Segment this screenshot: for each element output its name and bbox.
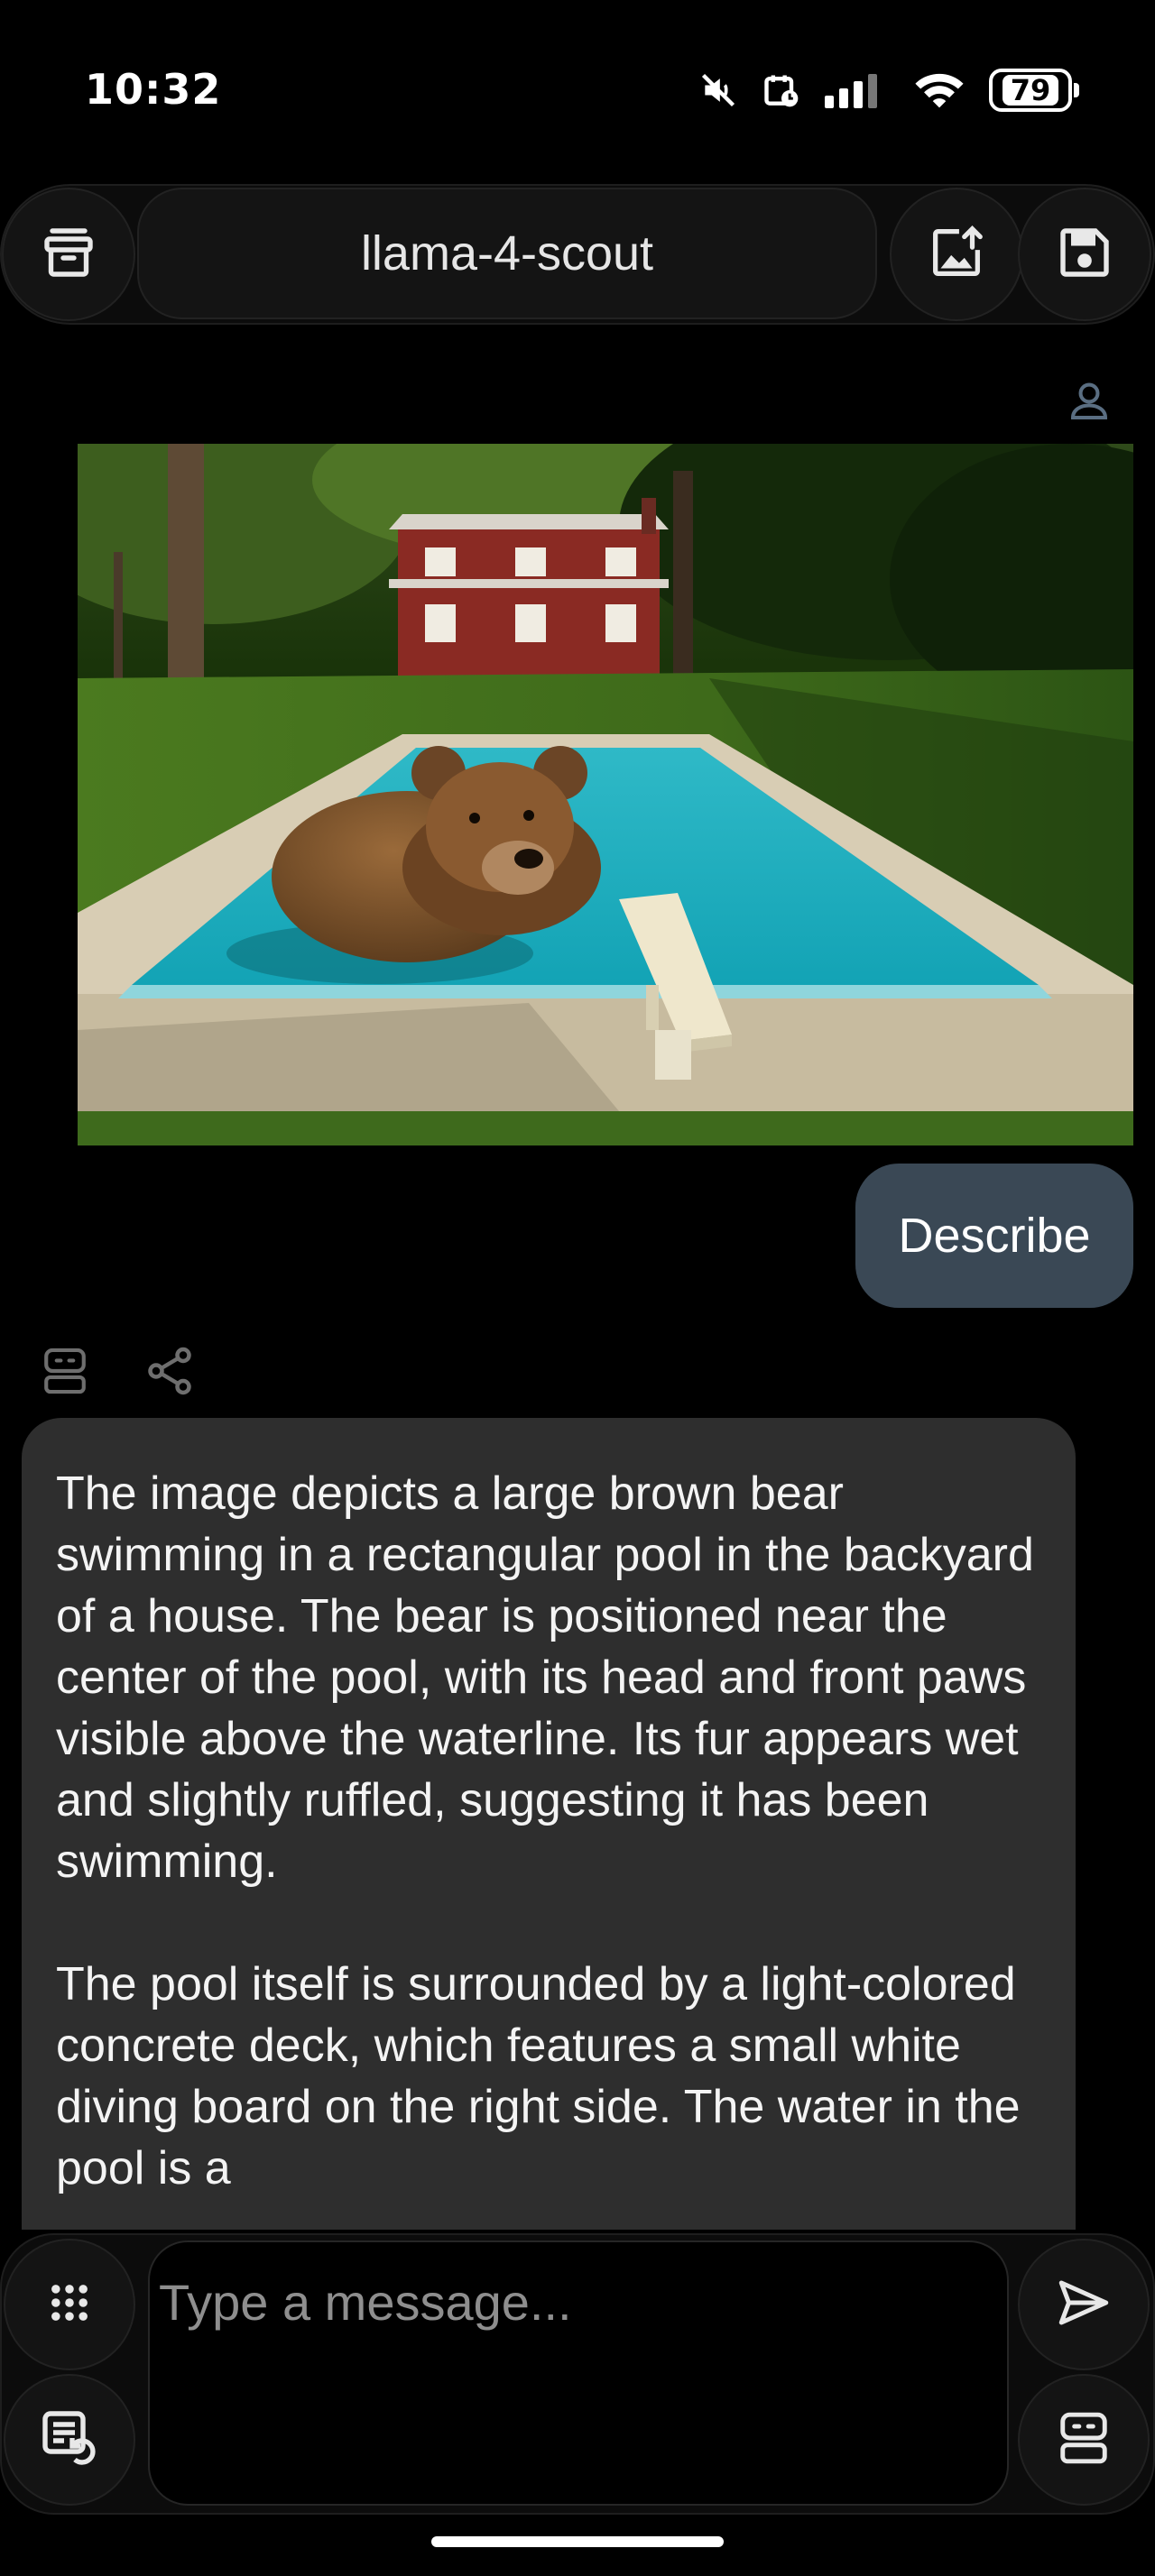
attached-image[interactable] bbox=[78, 444, 1133, 1145]
message-input[interactable] bbox=[150, 2242, 1007, 2332]
save-icon bbox=[1052, 220, 1117, 289]
send-button[interactable] bbox=[1018, 2239, 1150, 2370]
home-indicator[interactable] bbox=[431, 2536, 724, 2547]
bot-select-button[interactable] bbox=[1018, 2374, 1150, 2506]
status-icons: 79 bbox=[698, 63, 1079, 117]
wifi-icon bbox=[913, 70, 966, 110]
prompt-history-button[interactable] bbox=[4, 2374, 135, 2506]
grid-menu-button[interactable] bbox=[4, 2239, 135, 2370]
export-image-icon bbox=[925, 221, 988, 288]
mute-icon bbox=[698, 70, 738, 110]
message-input-field[interactable] bbox=[148, 2240, 1009, 2506]
bot-message-paragraph: The pool itself is surrounded by a light… bbox=[56, 1958, 1021, 2194]
send-icon bbox=[1054, 2273, 1113, 2336]
user-message-bubble[interactable]: Describe bbox=[855, 1164, 1133, 1308]
model-selector[interactable]: llama-4-scout bbox=[137, 188, 877, 319]
bot-message-meta bbox=[40, 1344, 197, 1398]
save-button[interactable] bbox=[1018, 188, 1151, 321]
model-name: llama-4-scout bbox=[360, 226, 654, 281]
battery-icon: 79 bbox=[989, 69, 1079, 112]
bot-icon bbox=[40, 1344, 90, 1398]
archive-button[interactable] bbox=[2, 188, 135, 321]
status-time: 10:32 bbox=[85, 65, 222, 114]
app-screen: 10:32 79 llama-4-scout Describe The imag… bbox=[0, 0, 1155, 2576]
share-icon[interactable] bbox=[143, 1344, 197, 1398]
bot-message-paragraph: The image depicts a large brown bear swi… bbox=[56, 1467, 1034, 1888]
user-message-text: Describe bbox=[898, 1209, 1091, 1263]
battery-level: 79 bbox=[1003, 73, 1058, 107]
bot-message-bubble[interactable]: The image depicts a large brown bear swi… bbox=[22, 1418, 1076, 2230]
grid-icon bbox=[46, 2279, 93, 2330]
archive-icon bbox=[36, 220, 101, 289]
bot-select-icon bbox=[1056, 2407, 1112, 2472]
export-image-button[interactable] bbox=[890, 188, 1023, 321]
prompt-history-icon bbox=[37, 2406, 102, 2474]
cellular-signal-icon bbox=[825, 72, 890, 108]
user-icon bbox=[1065, 377, 1113, 426]
alarm-icon bbox=[762, 70, 801, 110]
